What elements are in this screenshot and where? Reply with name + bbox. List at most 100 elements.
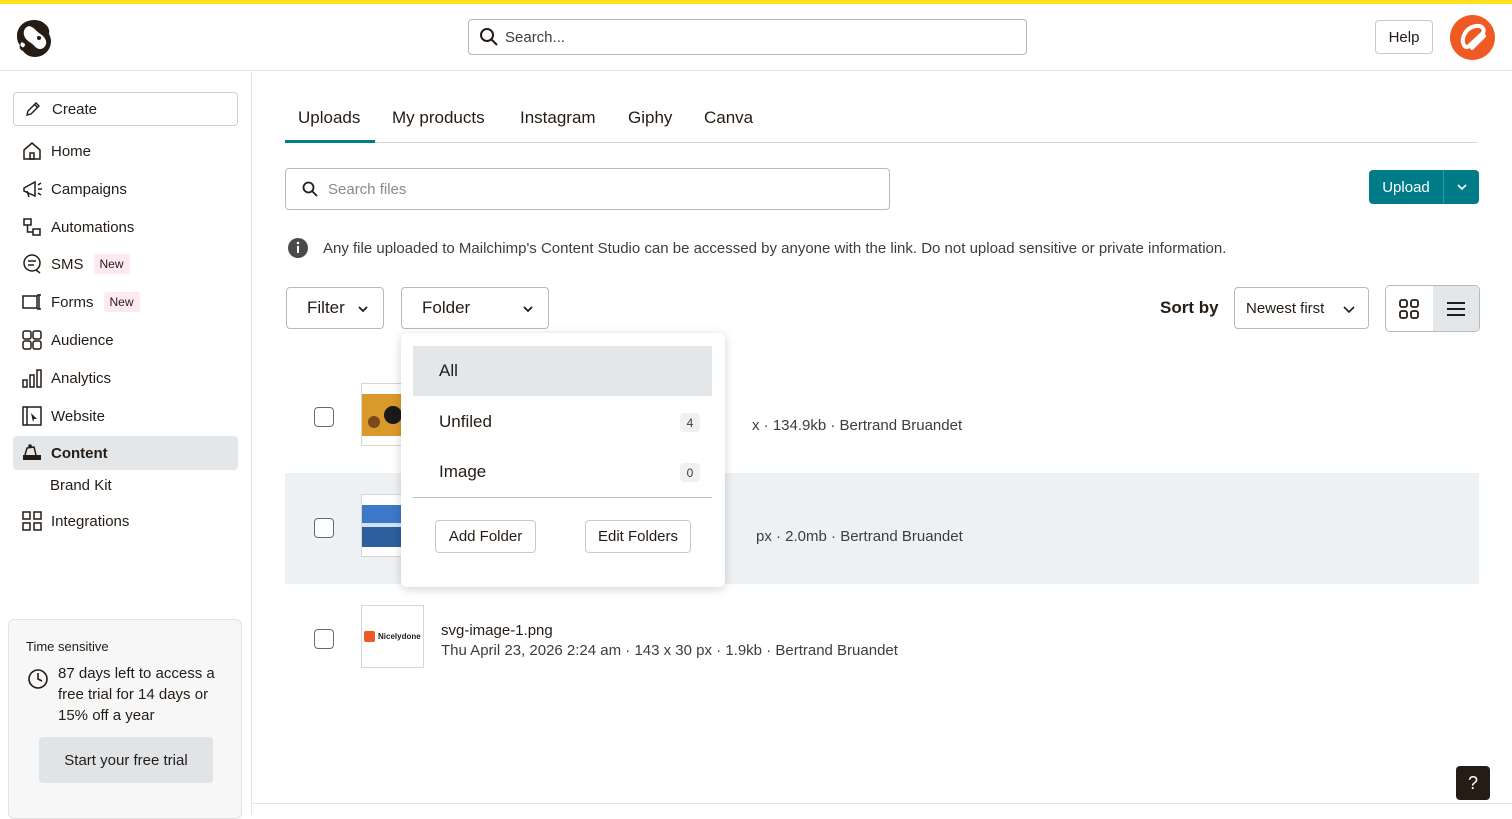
bottom-divider xyxy=(253,803,1512,804)
file-name: svg-image-1.png xyxy=(441,622,553,639)
sidebar-item-label: Home xyxy=(51,142,92,160)
sidebar-item-home[interactable]: Home xyxy=(13,134,238,168)
grid-view-button[interactable] xyxy=(1386,286,1433,331)
file-meta: Thu April 23, 2026 2:24 am · 143 x 30 px… xyxy=(441,642,898,659)
menu-divider xyxy=(413,497,712,498)
chevron-down-icon xyxy=(1343,306,1355,314)
sidebar-item-label: SMS xyxy=(51,255,84,273)
file-thumbnail: Nicelydone xyxy=(361,605,424,668)
analytics-icon xyxy=(22,369,42,388)
integrations-icon xyxy=(22,511,42,531)
sidebar-item-website[interactable]: Website xyxy=(13,399,238,433)
chevron-down-icon xyxy=(523,306,533,313)
file-row[interactable]: Nicelydone svg-image-1.png Thu April 23,… xyxy=(285,584,1479,695)
time-sensitive-label: Time sensitive xyxy=(26,639,109,654)
folder-option-unfiled[interactable]: Unfiled 4 xyxy=(413,397,712,447)
search-icon xyxy=(302,181,318,197)
tab-uploads[interactable]: Uploads xyxy=(298,108,360,128)
folder-dropdown[interactable]: Folder xyxy=(401,287,549,329)
upload-options-button[interactable] xyxy=(1444,170,1479,204)
trial-message: 87 days left to access a free trial for … xyxy=(58,665,215,724)
sidebar-item-label: Integrations xyxy=(51,512,130,530)
file-search-input[interactable]: Search files xyxy=(285,168,890,210)
create-button[interactable]: Create xyxy=(13,92,238,126)
sidebar-item-campaigns[interactable]: Campaigns xyxy=(13,172,238,206)
edit-folders-button[interactable]: Edit Folders xyxy=(585,520,691,553)
file-checkbox[interactable] xyxy=(314,518,334,538)
view-toggle xyxy=(1385,285,1480,332)
folder-option-label: All xyxy=(439,361,458,380)
upload-notice: Any file uploaded to Mailchimp's Content… xyxy=(287,237,1226,259)
folder-option-label: Image xyxy=(439,462,487,481)
sidebar-item-audience[interactable]: Audience xyxy=(13,323,238,357)
sidebar-item-content[interactable]: Content xyxy=(13,436,238,470)
upload-button-group: Upload xyxy=(1369,170,1479,204)
audience-icon xyxy=(22,330,42,350)
sidebar-item-label: Campaigns xyxy=(51,180,127,198)
file-meta: x · 134.9kb · Bertrand Bruandet xyxy=(752,417,963,434)
help-fab-button[interactable]: ? xyxy=(1456,766,1490,800)
add-folder-button[interactable]: Add Folder xyxy=(435,520,536,553)
website-icon xyxy=(22,406,42,426)
help-button[interactable]: Help xyxy=(1375,20,1433,54)
sidebar-item-label: Audience xyxy=(51,331,114,349)
folder-option-image[interactable]: Image 0 xyxy=(413,447,712,497)
folder-option-all[interactable]: All xyxy=(413,346,712,396)
start-free-trial-button[interactable]: Start your free trial xyxy=(39,737,213,783)
list-icon xyxy=(1446,301,1465,316)
clock-icon xyxy=(28,669,48,689)
folder-label: Folder xyxy=(422,298,471,317)
list-view-button[interactable] xyxy=(1432,286,1479,331)
sidebar-item-label: Website xyxy=(51,407,105,425)
tab-my-products[interactable]: My products xyxy=(392,108,485,128)
create-label: Create xyxy=(52,100,98,118)
upload-button[interactable]: Upload xyxy=(1369,170,1444,204)
trial-card: Time sensitive 87 days left to access a … xyxy=(8,619,242,819)
mailchimp-logo-icon[interactable] xyxy=(12,16,56,60)
home-icon xyxy=(23,142,41,160)
sidebar-item-label: Forms xyxy=(51,293,94,311)
sidebar: Create Home Campaigns Automations SMS Ne… xyxy=(0,72,252,819)
sidebar-item-analytics[interactable]: Analytics xyxy=(13,361,238,395)
sidebar-item-forms[interactable]: Forms New xyxy=(13,285,238,319)
sidebar-item-sms[interactable]: SMS New xyxy=(13,247,238,281)
chevron-down-icon xyxy=(358,306,368,313)
global-search-input[interactable]: Search... xyxy=(468,19,1027,55)
sort-select[interactable]: Newest first xyxy=(1234,287,1369,329)
forms-icon xyxy=(22,294,41,310)
content-tabs: Uploads My products Instagram Giphy Canv… xyxy=(285,94,1478,143)
new-badge: New xyxy=(103,292,140,312)
folder-option-label: Unfiled xyxy=(439,412,492,431)
account-avatar[interactable] xyxy=(1450,15,1495,60)
grid-icon xyxy=(1399,298,1420,319)
filter-label: Filter xyxy=(307,298,345,317)
sidebar-item-integrations[interactable]: Integrations xyxy=(13,504,238,538)
sidebar-subitem-brand-kit[interactable]: Brand Kit xyxy=(50,477,112,494)
folder-count-badge: 0 xyxy=(680,463,700,482)
file-checkbox[interactable] xyxy=(314,629,334,649)
folder-count-badge: 4 xyxy=(680,413,700,432)
sidebar-item-automations[interactable]: Automations xyxy=(13,210,238,244)
tab-giphy[interactable]: Giphy xyxy=(628,108,672,128)
thumbnail-text: Nicelydone xyxy=(378,632,421,641)
notice-text: Any file uploaded to Mailchimp's Content… xyxy=(323,239,1227,257)
file-checkbox[interactable] xyxy=(314,407,334,427)
file-search-placeholder: Search files xyxy=(328,180,407,198)
tab-instagram[interactable]: Instagram xyxy=(520,108,596,128)
search-icon xyxy=(480,28,498,46)
sms-icon xyxy=(23,254,41,274)
global-search-placeholder: Search... xyxy=(505,28,566,46)
new-badge: New xyxy=(93,254,130,274)
file-meta: px · 2.0mb · Bertrand Bruandet xyxy=(756,528,963,545)
sort-by-label: Sort by xyxy=(1160,298,1219,317)
sidebar-item-label: Analytics xyxy=(51,369,112,387)
pencil-icon xyxy=(26,102,40,116)
top-bar: Search... Help xyxy=(0,4,1512,71)
sidebar-item-label: Content xyxy=(51,444,108,462)
tab-canva[interactable]: Canva xyxy=(704,108,753,128)
chevron-down-icon xyxy=(1456,184,1467,191)
filter-dropdown[interactable]: Filter xyxy=(286,287,384,329)
nicelydone-logo-icon xyxy=(364,631,375,642)
info-icon xyxy=(288,238,308,258)
active-tab-indicator xyxy=(285,140,375,143)
